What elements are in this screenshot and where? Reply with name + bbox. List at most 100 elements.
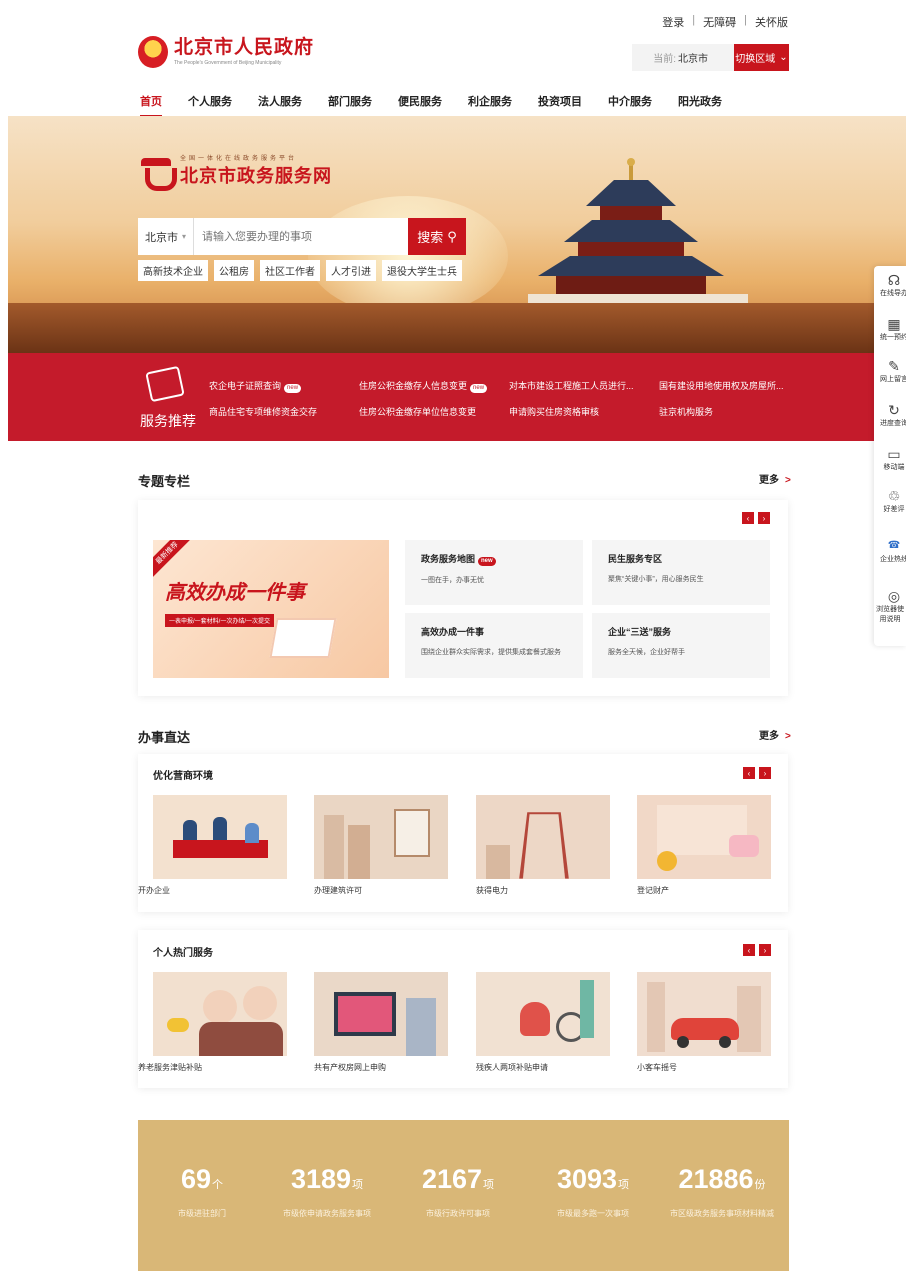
nav-convenience[interactable]: 便民服务 xyxy=(398,93,442,117)
disability-subsidy-image[interactable] xyxy=(476,972,610,1056)
search-scope-select[interactable]: 北京市 ▾ xyxy=(138,218,194,255)
service-recommend-band: 服务推荐 农企电子证照查询 new 住房公积金缴存人信息变更 new 对本市建设工程… xyxy=(8,353,906,441)
stat-item: 3189项 市级依申请政务服务事项 xyxy=(262,1164,392,1219)
search-input[interactable] xyxy=(194,218,408,255)
recommend-item[interactable]: 商品住宅专项维修资金交存 xyxy=(209,405,317,418)
topic-banner[interactable]: 最新推荐 高效办成一件事 一表申报/一套材料/一次办结/一次提交 xyxy=(153,540,389,678)
next-arrow-icon[interactable]: › xyxy=(759,767,771,779)
search-button-label: 搜索 xyxy=(417,230,444,245)
recommend-item[interactable]: 住房公积金缴存单位信息变更 xyxy=(359,405,476,418)
service-label[interactable]: 办理建筑许可 xyxy=(314,885,362,896)
nav-department[interactable]: 部门服务 xyxy=(328,93,372,117)
hot-tag[interactable]: 公租房 xyxy=(214,260,254,281)
message-button[interactable]: ✎ 网上留言 xyxy=(874,358,906,384)
shared-property-image[interactable] xyxy=(314,972,448,1056)
enterprise-hotline-button[interactable]: ☎ 企业热线 xyxy=(874,538,906,564)
logo-title: 北京市人民政府 xyxy=(174,37,315,58)
elder-mode-link[interactable]: 关怀版 xyxy=(755,14,788,30)
platform-logo[interactable]: 全国一体化在线政务服务平台 北京市政务服务网 xyxy=(138,153,332,191)
stat-number: 3093 xyxy=(556,1164,618,1194)
topic-tile[interactable]: 民生服务专区 聚焦“关键小事”，用心服务民生 xyxy=(592,540,770,605)
new-badge: new xyxy=(478,557,496,566)
prev-arrow-icon[interactable]: ‹ xyxy=(743,767,755,779)
message-icon: ✎ xyxy=(888,358,900,374)
search-bar: 北京市 ▾ 搜索 ⚲ xyxy=(138,218,466,255)
platform-small-text: 全国一体化在线政务服务平台 xyxy=(180,156,298,162)
personal-carousel-arrows: ‹ › xyxy=(743,944,771,956)
search-button[interactable]: 搜索 ⚲ xyxy=(408,218,466,255)
nav-enterprise[interactable]: 利企服务 xyxy=(468,93,512,117)
browser-guide-button[interactable]: ◎ 浏览器使用说明 xyxy=(874,588,906,624)
stat-label: 市级进驻部门 xyxy=(178,1209,226,1218)
service-label[interactable]: 共有产权房网上申购 xyxy=(314,1062,386,1073)
login-link[interactable]: 登录 xyxy=(662,14,684,30)
appointment-button[interactable]: ▦ 统一预约 xyxy=(874,316,906,342)
recommend-item[interactable]: 农企电子证照查询 new xyxy=(209,379,302,393)
nav-transparency[interactable]: 阳光政务 xyxy=(678,93,722,117)
banner-corner-label: 最新推荐 xyxy=(153,540,192,578)
topic-tile[interactable]: 高效办成一件事 围绕企业群众实际需求，提供集成套餐式服务 xyxy=(405,613,583,678)
mobile-button[interactable]: ▭ 移动端 xyxy=(874,446,906,472)
switch-region-button[interactable]: 切换区域 ⌄ xyxy=(734,44,789,71)
property-registration-image[interactable] xyxy=(637,795,771,879)
service-label[interactable]: 小客车摇号 xyxy=(637,1062,677,1073)
topic-tile[interactable]: 政务服务地图 new 一图在手，办事无忧 xyxy=(405,540,583,605)
recommend-item[interactable]: 住房公积金缴存人信息变更 new xyxy=(359,379,488,393)
stat-unit: 项 xyxy=(483,1179,495,1191)
prev-arrow-icon[interactable]: ‹ xyxy=(743,944,755,956)
tile-title: 政务服务地图 xyxy=(421,554,476,564)
recommend-item[interactable]: 国有建设用地使用权及房屋所... xyxy=(659,379,784,392)
stat-label: 市级依申请政务服务事项 xyxy=(283,1209,371,1218)
nav-home[interactable]: 首页 xyxy=(140,93,162,117)
hot-tag[interactable]: 人才引进 xyxy=(326,260,376,281)
business-env-title: 优化营商环境 xyxy=(153,771,213,782)
building-permit-image[interactable] xyxy=(314,795,448,879)
topic-tile[interactable]: 企业“三送”服务 服务全天候，企业好帮手 xyxy=(592,613,770,678)
hot-tag[interactable]: 社区工作者 xyxy=(260,260,320,281)
platform-name: 北京市政务服务网 xyxy=(180,166,332,186)
stat-item: 21886份 市区级政务服务事项材料精减 xyxy=(658,1164,786,1219)
elderly-subsidy-image[interactable] xyxy=(153,972,287,1056)
direct-more-link[interactable]: 更多 > xyxy=(759,727,791,742)
mobile-icon: ▭ xyxy=(887,446,901,462)
rating-icon: ♲ xyxy=(887,488,901,504)
recommend-item[interactable]: 驻京机构服务 xyxy=(659,405,713,418)
caret-down-icon: ▾ xyxy=(181,232,186,241)
nav-investment[interactable]: 投资项目 xyxy=(538,93,582,117)
nav-intermediary[interactable]: 中介服务 xyxy=(608,93,652,117)
new-badge: new xyxy=(470,384,488,393)
direct-title: 办事直达 xyxy=(138,730,191,745)
service-label[interactable]: 残疾人两项补贴申请 xyxy=(476,1062,548,1073)
hot-tag[interactable]: 退役大学生士兵 xyxy=(382,260,462,281)
accessibility-link[interactable]: 无障碍 xyxy=(703,14,736,30)
progress-query-button[interactable]: ↻ 进度查询 xyxy=(874,402,906,428)
recommend-label: 服务推荐 xyxy=(140,413,196,429)
rating-button[interactable]: ♲ 好差评 xyxy=(874,488,906,514)
nav-legal-person[interactable]: 法人服务 xyxy=(258,93,302,117)
service-label[interactable]: 养老服务津贴补贴 xyxy=(138,1062,202,1073)
personal-hot-title: 个人热门服务 xyxy=(153,948,213,959)
site-logo[interactable]: 北京市人民政府 The People's Government of Beiji… xyxy=(138,36,314,68)
stat-number: 2167 xyxy=(421,1164,483,1194)
prev-arrow-icon[interactable]: ‹ xyxy=(742,512,754,524)
open-business-image[interactable] xyxy=(153,795,287,879)
car-lottery-image[interactable] xyxy=(637,972,771,1056)
stat-label: 市级行政许可事项 xyxy=(426,1209,490,1218)
recommend-item[interactable]: 申请购买住房资格审核 xyxy=(509,405,599,418)
next-arrow-icon[interactable]: › xyxy=(759,944,771,956)
nav-personal[interactable]: 个人服务 xyxy=(188,93,232,117)
recommend-item[interactable]: 对本市建设工程施工人员进行... xyxy=(509,379,634,392)
hot-tag[interactable]: 高新技术企业 xyxy=(138,260,208,281)
stat-unit: 项 xyxy=(352,1179,364,1191)
stat-label: 市级最多跑一次事项 xyxy=(557,1209,629,1218)
online-guide-button[interactable]: ☊ 在线导办 xyxy=(874,272,906,298)
topics-carousel-arrows: ‹ › xyxy=(742,512,770,524)
next-arrow-icon[interactable]: › xyxy=(758,512,770,524)
electricity-image[interactable] xyxy=(476,795,610,879)
arrow-right-icon: > xyxy=(785,475,791,486)
service-label[interactable]: 开办企业 xyxy=(138,885,170,896)
service-label[interactable]: 登记财产 xyxy=(637,885,669,896)
region-prefix: 当前: xyxy=(653,54,676,65)
topics-more-link[interactable]: 更多 > xyxy=(759,471,791,486)
service-label[interactable]: 获得电力 xyxy=(476,885,508,896)
